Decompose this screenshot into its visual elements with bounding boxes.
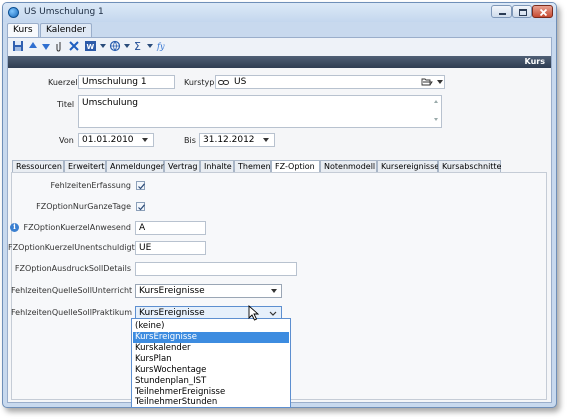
bis-date-field[interactable]: 31.12.2012: [199, 133, 275, 147]
ausdruck-soll-details-label: FZOptionAusdruckSollDetails: [14, 264, 131, 273]
tab-kalender[interactable]: Kalender: [40, 23, 92, 38]
maximize-icon: [519, 9, 527, 16]
quelle-soll-praktikum-options: (keine) KursEreignisse Kurskalender Kurs…: [131, 318, 291, 408]
folder-open-icon[interactable]: [421, 77, 433, 87]
kurstyp-combo[interactable]: US: [215, 75, 445, 89]
quelle-soll-unterricht-value: KursEreignisse: [139, 286, 205, 296]
maximize-button[interactable]: [512, 5, 532, 18]
quelle-soll-unterricht-label: FehlzeitenQuelleSollUnterricht: [11, 286, 133, 295]
nur-ganze-tage-label: FZOptionNurGanzeTage: [36, 202, 131, 211]
arrow-up-icon[interactable]: [28, 40, 38, 54]
von-dropdown-arrow[interactable]: [142, 138, 148, 142]
kurstyp-dropdown-arrow[interactable]: [437, 80, 443, 84]
bis-value: 31.12.2012: [203, 135, 255, 145]
fehlzeiten-erfassung-checkbox[interactable]: [136, 181, 145, 190]
svg-text:W: W: [87, 43, 95, 51]
svg-text:fy: fy: [156, 42, 165, 51]
titel-field[interactable]: Umschulung: [78, 95, 442, 128]
option-keine[interactable]: (keine): [133, 321, 289, 332]
bis-dropdown-arrow[interactable]: [263, 138, 269, 142]
save-icon[interactable]: [12, 40, 24, 54]
word-icon[interactable]: W: [84, 40, 98, 54]
checkmark-icon: [138, 204, 145, 211]
von-date-field[interactable]: 01.01.2010: [78, 133, 154, 147]
svg-text:Σ: Σ: [134, 40, 141, 52]
option-stundenplan-ist[interactable]: Stundenplan_IST: [133, 376, 289, 387]
minimize-button[interactable]: [491, 5, 512, 18]
quelle-soll-unterricht-select[interactable]: KursEreignisse: [135, 284, 282, 298]
kuerzel-anwesend-field[interactable]: A: [135, 221, 206, 235]
kuerzel-anwesend-label: FZOptionKuerzelAnwesend: [23, 223, 132, 232]
sum-dropdown-arrow[interactable]: [147, 44, 153, 48]
chevron-down-icon[interactable]: [271, 289, 277, 293]
kurstyp-label: Kurstyp: [184, 78, 215, 87]
kuerzel-field[interactable]: Umschulung 1: [78, 75, 175, 89]
checkmark-icon: [138, 183, 145, 190]
globe-dropdown-arrow[interactable]: [124, 44, 130, 48]
quelle-soll-praktikum-label: FehlzeitenQuelleSollPraktikum: [11, 308, 133, 317]
globe-icon[interactable]: [109, 40, 121, 54]
app-icon: [8, 7, 19, 18]
toolbar: W Σ fy: [8, 38, 551, 56]
sum-icon[interactable]: Σ: [133, 40, 145, 54]
ausdruck-soll-details-field[interactable]: [135, 262, 297, 276]
von-value: 01.01.2010: [82, 135, 134, 145]
scroll-down-icon[interactable]: [434, 118, 438, 121]
close-icon: [539, 8, 548, 17]
titel-label: Titel: [57, 100, 75, 109]
bis-label: Bis: [184, 136, 196, 145]
option-kursplan[interactable]: KursPlan: [133, 354, 289, 365]
fehlzeiten-erfassung-label: FehlzeitenErfassung: [50, 181, 131, 190]
quelle-soll-praktikum-value: KursEreignisse: [139, 308, 205, 318]
nur-ganze-tage-checkbox[interactable]: [136, 202, 145, 211]
option-kurskalender[interactable]: Kurskalender: [133, 343, 289, 354]
option-kurswochentage[interactable]: KursWochentage: [133, 365, 289, 376]
option-teilnehmerstunden[interactable]: TeilnehmerStunden: [133, 397, 289, 408]
minimize-icon: [499, 13, 506, 15]
close-button[interactable]: [532, 5, 553, 18]
header-label: Kurs: [524, 57, 545, 66]
title-bar[interactable]: US Umschulung 1: [3, 3, 556, 22]
chevron-down-icon[interactable]: [269, 311, 277, 317]
word-dropdown-arrow[interactable]: [100, 44, 106, 48]
titel-value: Umschulung: [82, 98, 139, 108]
arrow-down-icon[interactable]: [41, 40, 51, 54]
kuerzel-label: Kuerzel: [48, 78, 78, 87]
formula-icon[interactable]: fy: [156, 40, 168, 54]
attachment-icon[interactable]: [54, 40, 64, 54]
option-kursereignisse[interactable]: KursEreignisse: [133, 332, 289, 343]
scroll-up-icon[interactable]: [434, 100, 438, 103]
delete-icon[interactable]: [68, 40, 80, 54]
mouse-cursor-icon: [248, 305, 260, 321]
header-band: Kurs: [8, 56, 551, 68]
kuerzel-unentschuldigt-field[interactable]: UE: [135, 241, 206, 255]
link-icon: [218, 80, 229, 85]
kuerzel-unentschuldigt-label: FZOptionKuerzelUnentschuldigt: [8, 243, 135, 252]
window-title: US Umschulung 1: [24, 7, 104, 17]
kurstyp-value: US: [234, 77, 247, 87]
von-label: Von: [59, 136, 74, 145]
